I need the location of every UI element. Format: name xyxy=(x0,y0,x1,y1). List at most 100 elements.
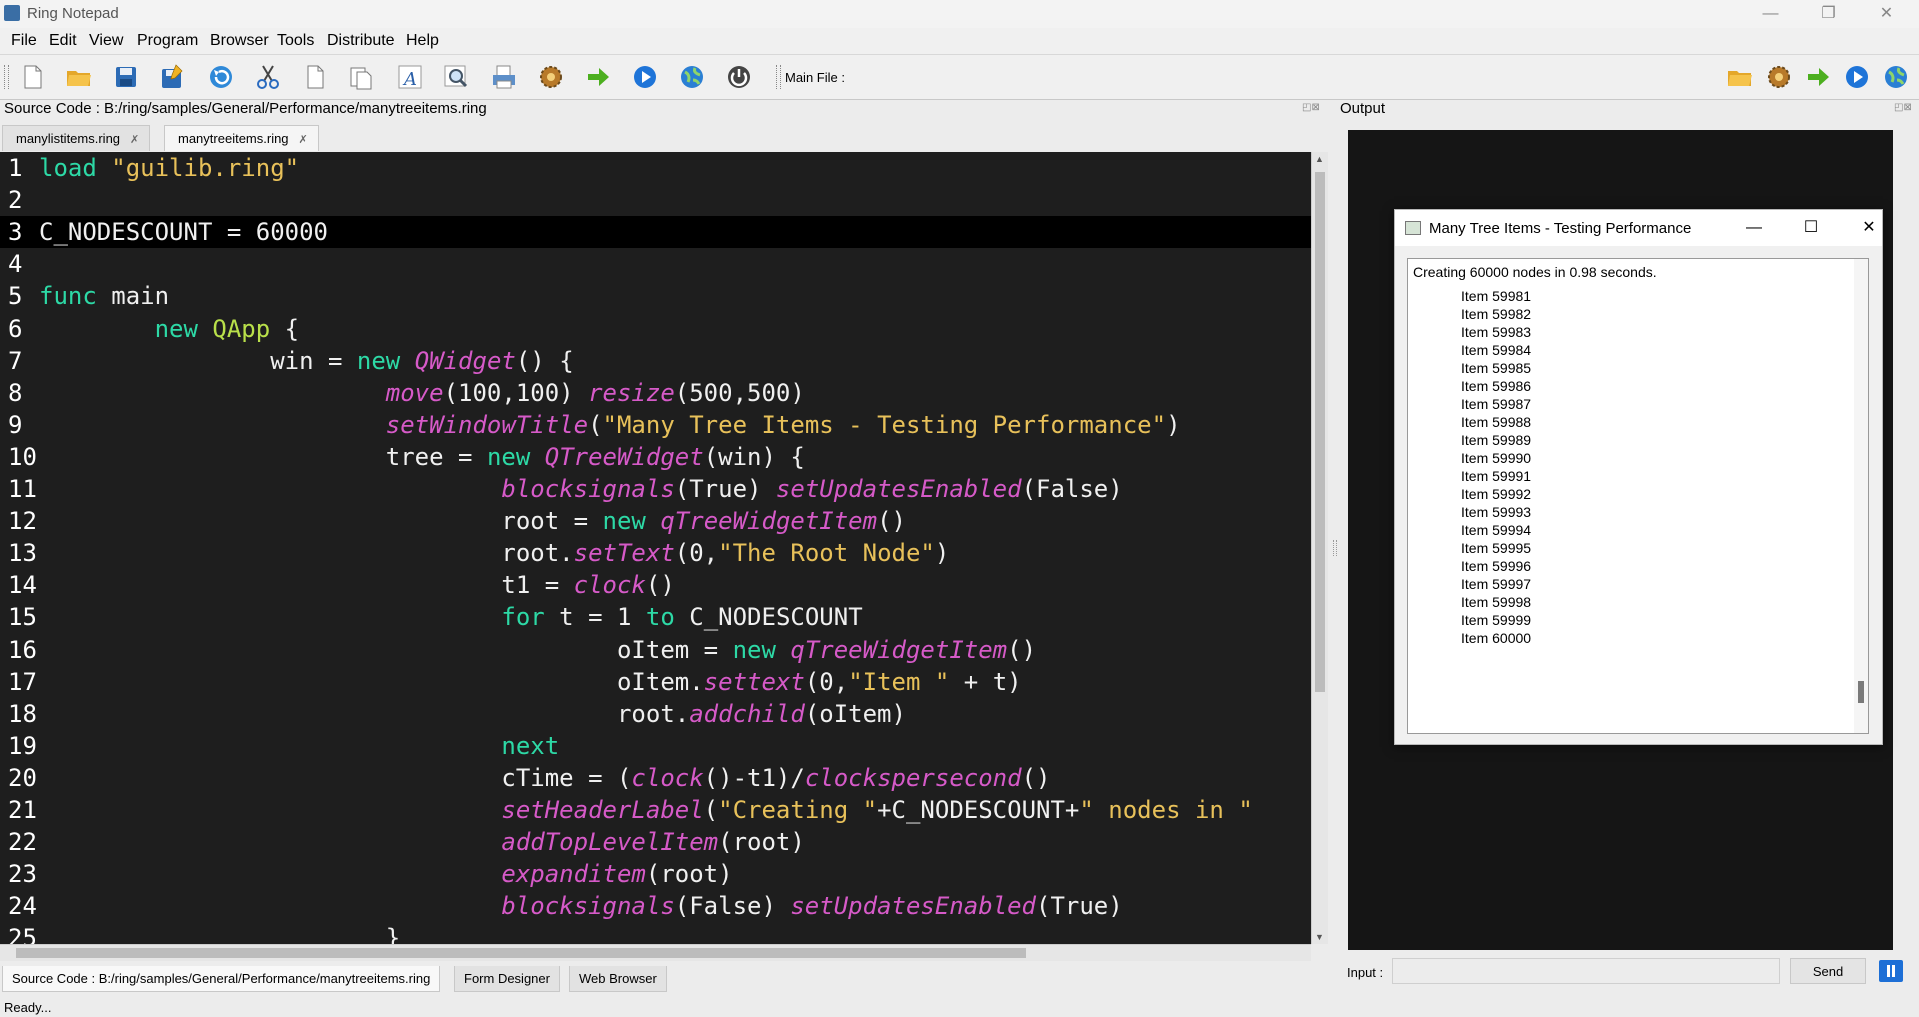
maximize-button[interactable]: ☐ xyxy=(1791,216,1831,240)
minimize-button[interactable]: — xyxy=(1742,0,1799,28)
code-line[interactable]: 6 new QApp { xyxy=(0,313,1311,345)
code-line[interactable]: 2 xyxy=(0,184,1311,216)
scroll-thumb[interactable] xyxy=(1858,681,1864,703)
code-editor[interactable]: 1 load "guilib.ring" 2 3 C_NODESCOUNT = 6000… xyxy=(0,152,1311,944)
code-token: "Item " xyxy=(848,667,950,696)
code-line[interactable]: 15 for t = 1 to C_NODESCOUNT xyxy=(0,601,1311,633)
tab-form-designer[interactable]: Form Designer xyxy=(454,966,560,992)
save-as-icon[interactable] xyxy=(157,62,187,92)
copy-icon[interactable] xyxy=(300,62,330,92)
code-token: { xyxy=(270,314,300,343)
settings-icon[interactable] xyxy=(1764,62,1794,92)
menu-program[interactable]: Program xyxy=(137,32,198,50)
code-line[interactable]: 7 win = new QWidget() { xyxy=(0,345,1311,377)
scroll-down-icon[interactable]: ▼ xyxy=(1315,932,1324,942)
close-button[interactable]: ✕ xyxy=(1849,216,1889,240)
code-token: main xyxy=(96,282,170,311)
panel-splitter[interactable] xyxy=(1333,540,1337,556)
toolbar-grip[interactable] xyxy=(4,65,9,89)
tree-scrollbar[interactable] xyxy=(1854,259,1868,733)
tab-web-browser[interactable]: Web Browser xyxy=(569,966,667,992)
code-token: clock xyxy=(573,571,646,600)
menu-file[interactable]: File xyxy=(11,32,37,50)
run-arrow-icon[interactable] xyxy=(1803,62,1833,92)
dock-float-icon[interactable]: ◰⊠ xyxy=(1302,102,1320,113)
code-token: QApp xyxy=(212,314,271,343)
menu-distribute[interactable]: Distribute xyxy=(327,32,395,50)
code-line[interactable]: 24 blocksignals(False) setUpdatesEnabled… xyxy=(0,890,1311,922)
code-line[interactable]: 18 root.addchild(oItem) xyxy=(0,698,1311,730)
paste-icon[interactable] xyxy=(346,62,376,92)
output-input-field[interactable] xyxy=(1392,958,1780,984)
scroll-thumb[interactable] xyxy=(16,948,1026,958)
restore-button[interactable]: ❐ xyxy=(1800,0,1857,28)
code-line[interactable]: 25 } xyxy=(0,922,1311,944)
code-line[interactable]: 1 load "guilib.ring" xyxy=(0,152,1311,184)
menu-browser[interactable]: Browser xyxy=(210,32,269,50)
web-globe-icon[interactable] xyxy=(677,62,707,92)
undo-icon[interactable] xyxy=(206,62,236,92)
code-text: func main xyxy=(39,280,169,312)
close-button[interactable]: ✕ xyxy=(1858,0,1915,28)
save-icon[interactable] xyxy=(111,62,141,92)
tree-widget[interactable]: Creating 60000 nodes in 0.98 seconds. It… xyxy=(1407,258,1869,734)
code-line[interactable]: 4 xyxy=(0,248,1311,280)
new-file-icon[interactable] xyxy=(18,62,48,92)
code-line[interactable]: 12 root = new qTreeWidgetItem() xyxy=(0,505,1311,537)
tree-header[interactable]: Creating 60000 nodes in 0.98 seconds. xyxy=(1413,264,1657,280)
print-icon[interactable] xyxy=(489,62,519,92)
settings-icon[interactable] xyxy=(536,62,566,92)
run-play-icon[interactable] xyxy=(1842,62,1872,92)
code-line[interactable]: 21 setHeaderLabel("Creating "+C_NODESCOU… xyxy=(0,794,1311,826)
menu-tools[interactable]: Tools xyxy=(277,32,314,50)
code-line[interactable]: 19 next xyxy=(0,730,1311,762)
code-line[interactable]: 13 root.setText(0,"The Root Node") xyxy=(0,537,1311,569)
close-tab-icon[interactable]: ✗ xyxy=(299,134,308,146)
code-token: win = xyxy=(39,346,357,375)
code-text: setHeaderLabel("Creating "+C_NODESCOUNT+… xyxy=(39,794,1252,826)
editor-horizontal-scrollbar[interactable] xyxy=(0,944,1311,961)
find-icon[interactable] xyxy=(441,62,471,92)
open-folder-icon[interactable] xyxy=(1725,62,1755,92)
minimize-button[interactable]: — xyxy=(1734,216,1774,240)
code-line[interactable]: 16 oItem = new qTreeWidgetItem() xyxy=(0,634,1311,666)
app-window[interactable]: Many Tree Items - Testing Performance — … xyxy=(1394,209,1883,745)
run-play-icon[interactable] xyxy=(630,62,660,92)
code-line[interactable]: 14 t1 = clock() xyxy=(0,569,1311,601)
cut-icon[interactable] xyxy=(253,62,283,92)
menu-view[interactable]: View xyxy=(89,32,123,50)
tab-manytreeitems[interactable]: manytreeitems.ring ✗ xyxy=(164,125,319,151)
code-line[interactable]: 20 cTime = (clock()-t1)/clockspersecond(… xyxy=(0,762,1311,794)
dock-float-icon[interactable]: ◰⊠ xyxy=(1894,102,1912,113)
code-line[interactable]: 5 func main xyxy=(0,280,1311,312)
scroll-up-icon[interactable]: ▲ xyxy=(1315,154,1324,164)
app-window-title-bar[interactable]: Many Tree Items - Testing Performance — … xyxy=(1395,210,1882,246)
send-button[interactable]: Send xyxy=(1790,958,1866,984)
code-line[interactable]: 11 blocksignals(True) setUpdatesEnabled(… xyxy=(0,473,1311,505)
code-line[interactable]: 10 tree = new QTreeWidget(win) { xyxy=(0,441,1311,473)
tab-manylistitems[interactable]: manylistitems.ring ✗ xyxy=(2,125,151,151)
open-folder-icon[interactable] xyxy=(64,62,94,92)
editor-vertical-scrollbar[interactable]: ▲ ▼ xyxy=(1311,152,1328,944)
tree-item[interactable]: Item 60000 xyxy=(1461,627,1531,649)
code-line[interactable]: 9 setWindowTitle("Many Tree Items - Test… xyxy=(0,409,1311,441)
code-line[interactable]: 23 expanditem(root) xyxy=(0,858,1311,890)
code-token: addchild xyxy=(689,699,805,728)
code-line[interactable]: 17 oItem.settext(0,"Item " + t) xyxy=(0,666,1311,698)
menu-help[interactable]: Help xyxy=(406,32,439,50)
menu-edit[interactable]: Edit xyxy=(49,32,77,50)
pause-icon[interactable] xyxy=(1879,960,1903,982)
run-arrow-icon[interactable] xyxy=(583,62,613,92)
tab-source-code[interactable]: Source Code : B:/ring/samples/General/Pe… xyxy=(2,966,441,992)
code-line[interactable]: 3 C_NODESCOUNT = 60000 xyxy=(0,216,1311,249)
web-globe-icon[interactable] xyxy=(1881,62,1911,92)
code-line[interactable]: 8 move(100,100) resize(500,500) xyxy=(0,377,1311,409)
toolbar-grip[interactable] xyxy=(776,65,781,89)
power-icon[interactable] xyxy=(724,62,754,92)
font-icon[interactable]: A xyxy=(395,62,425,92)
code-line[interactable]: 22 addTopLevelItem(root) xyxy=(0,826,1311,858)
close-tab-icon[interactable]: ✗ xyxy=(130,134,139,146)
scroll-thumb[interactable] xyxy=(1315,172,1325,692)
